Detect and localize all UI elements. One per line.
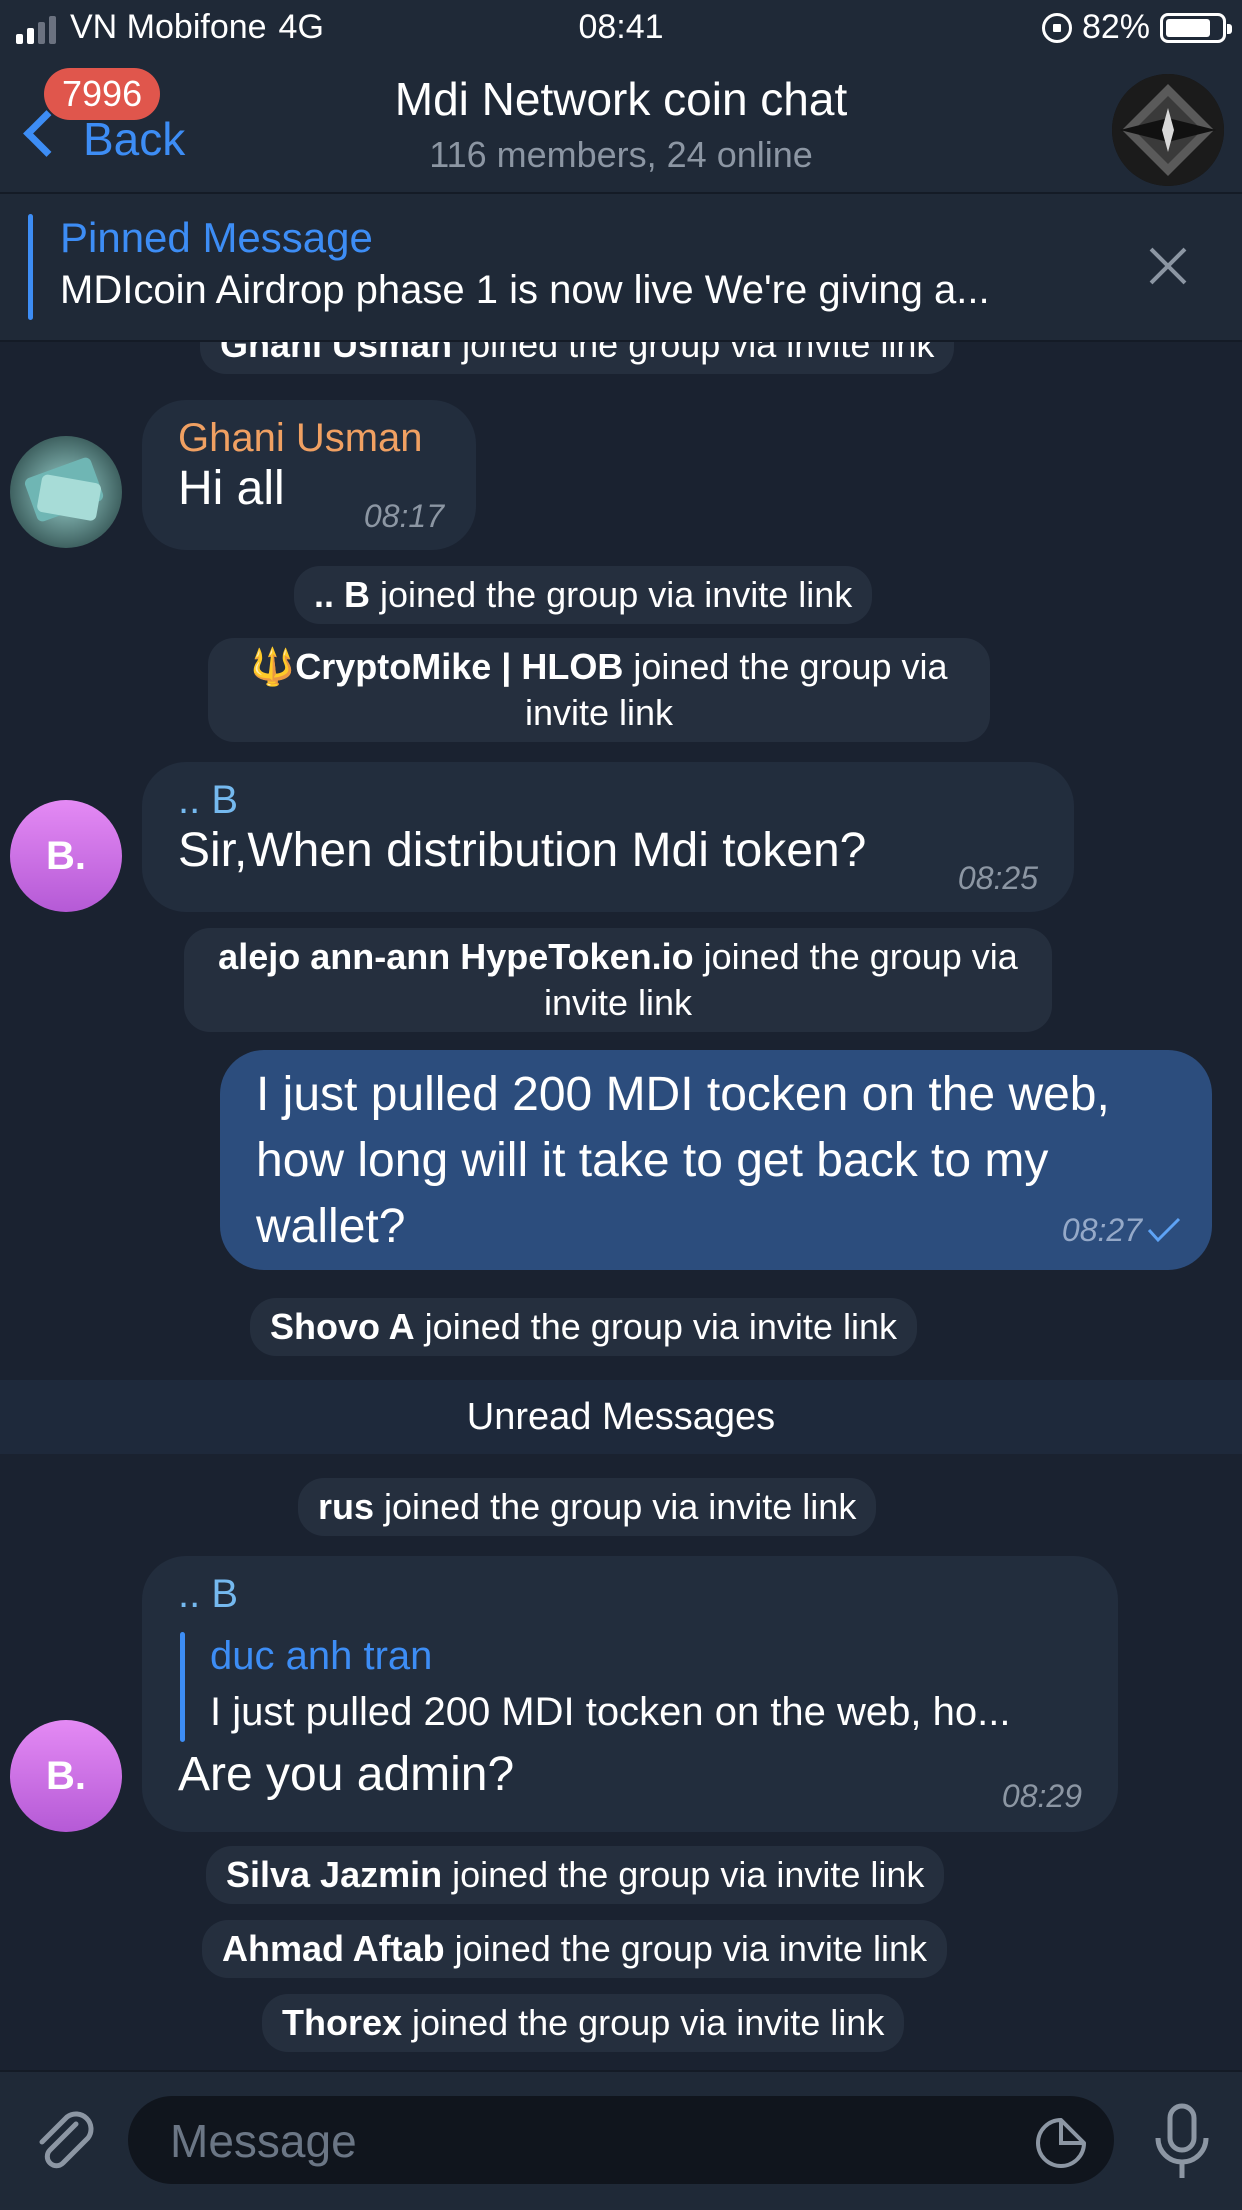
sticker-icon[interactable]	[1034, 2116, 1088, 2170]
group-logo-icon	[1112, 74, 1224, 186]
orientation-lock-icon	[1041, 12, 1072, 43]
message-time: 08:17	[363, 498, 444, 534]
service-user-name: alejo ann-ann HypeToken.io	[218, 936, 694, 977]
outgoing-message-bubble[interactable]: I just pulled 200 MDI tocken on the web,…	[220, 1050, 1212, 1270]
service-text: joined the group via invite link	[402, 2002, 885, 2043]
service-text: joined the group via invite link	[414, 1306, 897, 1347]
service-user-name: 🔱CryptoMike | HLOB	[250, 646, 624, 687]
pinned-title: Pinned Message	[60, 214, 373, 261]
service-message: Thorex joined the group via invite link	[262, 1994, 905, 2052]
reply-text[interactable]: I just pulled 200 MDI tocken on the web,…	[210, 1690, 1010, 1735]
service-user-name: Ahmad Aftab	[222, 1928, 445, 1969]
battery-percent: 82%	[1081, 8, 1150, 46]
service-message: Silva Jazmin joined the group via invite…	[206, 1846, 945, 1904]
service-user-name: Silva Jazmin	[226, 1854, 443, 1895]
message-time: 08:25	[957, 860, 1038, 896]
microphone-icon[interactable]	[1150, 2102, 1214, 2182]
avatar[interactable]: B.	[10, 1720, 122, 1832]
service-message: Shovo A joined the group via invite link	[250, 1298, 917, 1356]
pinned-accent-bar	[28, 214, 33, 320]
service-text: joined the group via invite link	[444, 1928, 927, 1969]
message-input-bar	[0, 2070, 1242, 2210]
message-time: 08:27	[1061, 1212, 1142, 1248]
message-bubble[interactable]: .. B duc anh tran I just pulled 200 MDI …	[142, 1556, 1118, 1832]
message-input[interactable]	[168, 2096, 992, 2186]
service-user-name: .. B	[314, 574, 371, 615]
status-bar-right: 82%	[1041, 8, 1232, 47]
message-text: Sir,When distribution Mdi token?	[178, 824, 867, 877]
service-user-name: Shovo A	[270, 1306, 415, 1347]
service-message: rus joined the group via invite link	[298, 1478, 877, 1536]
service-message: Ghani Usman joined the group via invite …	[200, 342, 955, 374]
service-message: .. B joined the group via invite link	[294, 566, 873, 624]
message-bubble[interactable]: Ghani Usman Hi all 08:17	[142, 400, 476, 550]
unread-messages-divider: Unread Messages	[0, 1380, 1242, 1454]
service-message: alejo ann-ann HypeToken.io joined the gr…	[184, 928, 1052, 1032]
message-time: 08:29	[1001, 1778, 1082, 1814]
close-icon[interactable]	[1144, 242, 1192, 290]
message-text: Are you admin?	[178, 1748, 515, 1801]
service-text: joined the group via invite link	[452, 342, 935, 365]
pinned-text: MDIcoin Airdrop phase 1 is now live We'r…	[60, 268, 990, 312]
reply-author[interactable]: duc anh tran	[210, 1634, 432, 1679]
message-sender[interactable]: Ghani Usman	[178, 416, 423, 461]
service-user-name: rus	[318, 1486, 375, 1527]
service-user-name: Ghani Usman	[220, 342, 453, 365]
avatar[interactable]	[10, 436, 122, 548]
user-photo-icon	[10, 436, 122, 548]
pinned-message[interactable]: Pinned Message MDIcoin Airdrop phase 1 i…	[0, 194, 1242, 342]
message-sender[interactable]: .. B	[178, 778, 238, 823]
status-bar: VN Mobifone 4G 08:41 82%	[0, 0, 1242, 60]
chat-subtitle: 116 members, 24 online	[429, 134, 813, 175]
group-avatar[interactable]	[1112, 74, 1224, 186]
service-text: joined the group via invite link	[370, 574, 853, 615]
check-icon	[1147, 1217, 1181, 1243]
service-user-name: Thorex	[282, 2002, 403, 2043]
chat-header: Back 7996 Mdi Network coin chat 116 memb…	[0, 60, 1242, 194]
message-field[interactable]	[128, 2096, 1114, 2186]
reply-accent-bar	[180, 1632, 185, 1742]
service-text: joined the group via invite link	[442, 1854, 925, 1895]
avatar[interactable]: B.	[10, 800, 122, 912]
message-sender[interactable]: .. B	[178, 1572, 238, 1617]
chat-title[interactable]: Mdi Network coin chat	[0, 72, 1242, 126]
message-text: Hi all	[178, 462, 285, 515]
service-text: joined the group via invite link	[374, 1486, 857, 1527]
message-text: I just pulled 200 MDI tocken on the web,…	[256, 1068, 1110, 1253]
message-bubble[interactable]: .. B Sir,When distribution Mdi token? 08…	[142, 762, 1074, 912]
message-list[interactable]: Ghani Usman joined the group via invite …	[0, 342, 1242, 2070]
service-message: Ahmad Aftab joined the group via invite …	[202, 1920, 947, 1978]
service-message: 🔱CryptoMike | HLOB joined the group via …	[208, 638, 990, 742]
battery-icon	[1160, 12, 1232, 43]
paperclip-icon[interactable]	[30, 2106, 100, 2176]
